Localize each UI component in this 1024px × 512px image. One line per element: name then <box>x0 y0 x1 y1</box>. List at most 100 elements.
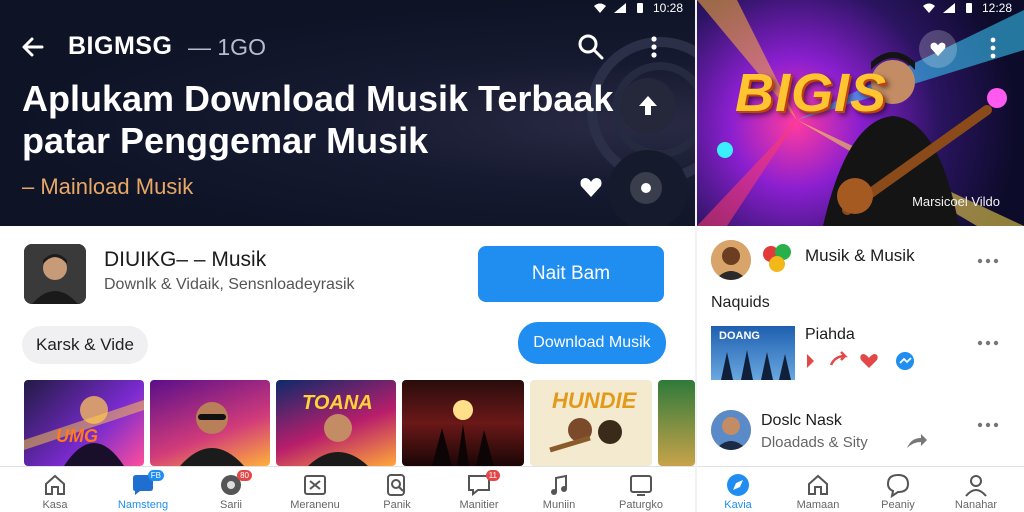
post-subtitle: Dloadads & Sity <box>761 434 868 451</box>
nav-item-kavia[interactable]: Kavia <box>697 467 779 512</box>
back-button[interactable] <box>18 32 48 62</box>
hero-like-button[interactable] <box>919 30 957 68</box>
hero-banner[interactable]: 12:28 BIGIS Marsicoel Vildo <box>697 0 1024 226</box>
hero-title: BIGIS <box>735 63 888 123</box>
status-time: 10:28 <box>652 1 683 15</box>
post-title: Musik & Musik <box>805 246 915 265</box>
feed-post[interactable]: Doslc Nask Dloadads & Sity <box>697 406 1024 458</box>
arrow-left-icon <box>22 37 44 57</box>
nav-item-kasa[interactable]: Kasa <box>14 467 96 512</box>
nav-item-nanahar[interactable]: Nanahar <box>935 467 1017 512</box>
band-artwork <box>432 400 494 466</box>
nav-label: Kavia <box>724 499 752 511</box>
status-time: 12:28 <box>981 1 1012 15</box>
compass-icon <box>727 474 749 496</box>
nav-item-meranenu[interactable]: Meranenu <box>274 467 356 512</box>
more-horizontal-icon[interactable] <box>976 338 1000 348</box>
signal-icon <box>942 3 955 13</box>
download-music-button[interactable]: Download Musik <box>518 322 666 364</box>
app-detail-screen: 10:28 BIGMSG — 1GO Aplukam Download Musi… <box>0 0 695 512</box>
thumbnail-card[interactable]: UMG <box>24 380 144 466</box>
reaction-icons <box>807 351 914 370</box>
dot-icon <box>641 183 651 193</box>
feed-post[interactable]: Musik & Musik <box>697 236 1024 286</box>
wifi-icon <box>593 3 606 13</box>
upload-button[interactable] <box>620 78 676 134</box>
nav-item-manitier[interactable]: 11 Manitier <box>438 467 520 512</box>
nav-item-namsteng[interactable]: FB Namsteng <box>102 467 184 512</box>
more-horizontal-icon[interactable] <box>976 256 1000 266</box>
heart-icon <box>580 178 602 197</box>
thumbnail-caption: TOANA <box>302 392 373 414</box>
nav-item-paturgko[interactable]: Paturgko <box>600 467 682 512</box>
like-button[interactable] <box>574 170 608 204</box>
kebab-menu-icon <box>651 36 657 58</box>
more-options-button[interactable] <box>644 32 664 62</box>
music-note-icon <box>551 474 567 495</box>
app-bar: BIGMSG — 1GO <box>0 22 695 70</box>
home-icon <box>808 474 828 495</box>
header-banner: 10:28 BIGMSG — 1GO Aplukam Download Musi… <box>0 0 695 226</box>
share-icon[interactable] <box>905 432 929 450</box>
avatar <box>711 410 751 450</box>
search-button[interactable] <box>576 32 606 62</box>
nav-item-panik[interactable]: Panik <box>356 467 438 512</box>
nav-label: Muniin <box>542 499 576 511</box>
nav-item-sarii[interactable]: 80 Sarii <box>190 467 272 512</box>
post-thumbnail-caption: DOANG <box>719 330 760 342</box>
app-logo <box>24 244 86 304</box>
status-bar: 10:28 <box>593 0 683 16</box>
nav-badge: 11 <box>485 470 500 481</box>
nav-badge: 80 <box>237 470 252 481</box>
nav-label: Sarii <box>219 499 242 511</box>
section-label: Naquids <box>711 294 770 311</box>
post-title: Piahda <box>805 326 855 343</box>
thumbnail-strip: UMG TOANA HUNDIE <box>24 380 695 466</box>
avatar <box>711 240 751 280</box>
feed-post[interactable]: DOANG Piahda <box>697 324 1024 384</box>
battery-icon <box>965 3 972 13</box>
nav-item-mamaan[interactable]: Mamaan <box>777 467 859 512</box>
bottom-navigation: Kavia Mamaan Peaniy Nanahar <box>697 466 1024 512</box>
app-info-row: DIUIKG– – Musik Downlk & Vidaik, Sensnlo… <box>0 226 695 322</box>
headline-subtitle: – Mainload Musik <box>22 174 194 199</box>
app-title: DIUIKG– – Musik <box>104 248 267 271</box>
thumbnail-card[interactable] <box>150 380 270 466</box>
thumbnail-card[interactable]: TOANA <box>276 380 396 466</box>
hero-caption: Marsicoel Vildo <box>912 194 1000 209</box>
user-avatar-icon <box>711 410 751 450</box>
headline-line-2: patar Penggemar Musik <box>22 120 429 161</box>
user-avatar-icon <box>711 240 751 280</box>
thumbnail-card[interactable]: HUNDIE <box>530 380 652 466</box>
battery-icon <box>636 3 643 13</box>
artist-portrait-icon <box>24 244 86 304</box>
record-button[interactable] <box>630 172 662 204</box>
feed-screen: 12:28 BIGIS Marsicoel Vildo Musik & Musi… <box>697 0 1024 512</box>
search-icon <box>578 34 604 60</box>
install-button[interactable]: Nait Bam <box>478 246 664 302</box>
nav-item-peaniy[interactable]: Peaniy <box>857 467 939 512</box>
status-bar: 12:28 <box>922 0 1012 16</box>
home-icon <box>45 474 65 495</box>
app-bar-subtitle: — 1GO <box>188 34 266 60</box>
app-bar-title: BIGMSG <box>68 32 173 60</box>
thumbnail-caption: HUNDIE <box>552 388 637 413</box>
more-horizontal-icon[interactable] <box>976 420 1000 430</box>
kebab-menu-icon <box>990 37 996 59</box>
headline-line-1: Aplukam Download Musik Terbaak <box>22 78 614 119</box>
profile-icon <box>965 475 987 497</box>
search-doc-icon <box>387 474 405 496</box>
upload-arrow-icon <box>639 96 657 115</box>
category-chip[interactable]: Karsk & Vide <box>22 326 148 364</box>
hero-more-button[interactable] <box>985 34 1001 62</box>
nav-label: Panik <box>383 499 411 511</box>
thumbnail-card[interactable] <box>658 380 695 466</box>
nav-label: Meranenu <box>290 499 340 511</box>
thumbnail-card[interactable] <box>402 380 524 466</box>
post-title: Doslc Nask <box>761 412 842 429</box>
chat-bubble-icon <box>886 473 910 499</box>
nav-item-muniin[interactable]: Muniin <box>518 467 600 512</box>
post-thumbnail: DOANG <box>711 326 795 380</box>
headline: Aplukam Download Musik Terbaak patar Pen… <box>22 78 622 162</box>
nav-label: Paturgko <box>618 499 664 511</box>
